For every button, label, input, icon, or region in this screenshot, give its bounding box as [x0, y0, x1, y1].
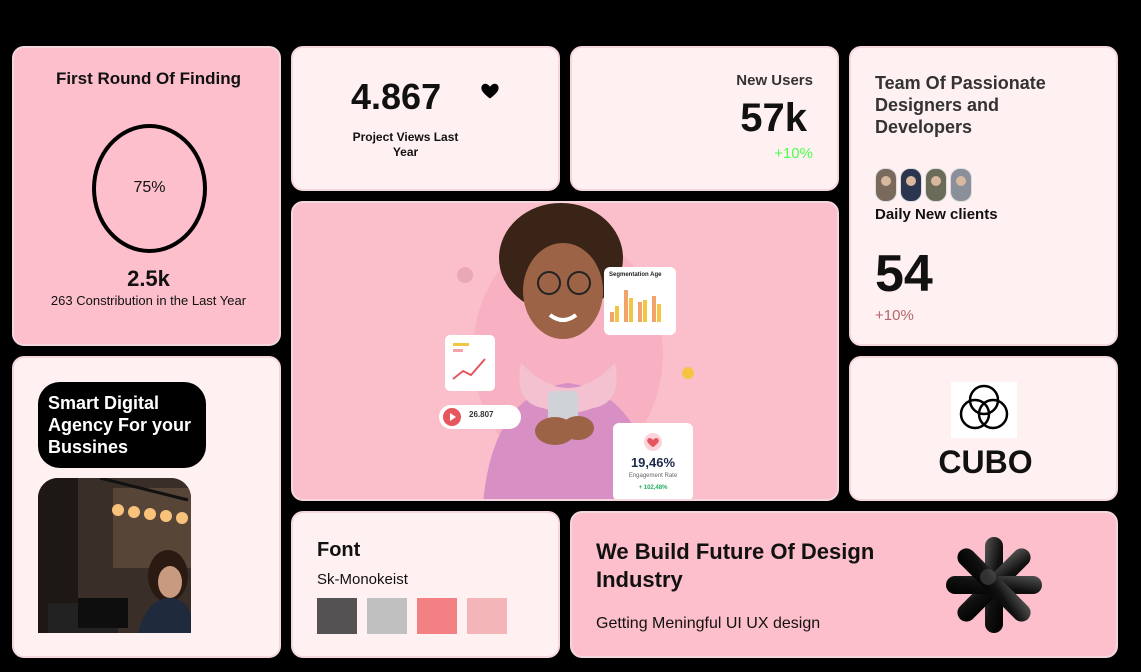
engagement-growth: + 102,48% — [638, 485, 668, 491]
play-icon[interactable] — [443, 408, 461, 426]
team-card: Team Of Passionate Designers and Develop… — [849, 46, 1118, 346]
clients-number: 54 — [875, 245, 933, 303]
build-card: We Build Future Of Design Industry Getti… — [570, 511, 1118, 658]
users-number: 57k — [740, 96, 807, 140]
font-card: Font Sk-Monokeist — [291, 511, 560, 658]
contribution-count: 2.5k — [127, 266, 170, 291]
age-bar-chart — [610, 290, 661, 322]
player-value: 26.807 — [469, 410, 494, 419]
trend-line-chart — [452, 343, 486, 380]
asterisk-3d-icon — [946, 537, 1042, 633]
avatar[interactable] — [950, 168, 972, 202]
users-card: New Users 57k +10% — [570, 46, 839, 191]
users-title: New Users — [736, 72, 813, 89]
player-widget[interactable]: 26.807 — [439, 405, 521, 429]
workspace-photo — [38, 478, 191, 633]
hero-illustration — [457, 203, 694, 499]
finding-card: First Round Of Finding 75% 2.5k 263 Cons… — [12, 46, 281, 346]
cubo-logo-icon — [951, 382, 1017, 438]
heart-icon[interactable] — [480, 81, 500, 101]
agency-card: Smart Digital Agency For your Bussines — [12, 356, 281, 658]
avatar[interactable] — [875, 168, 897, 202]
build-subtitle: Getting Meningful UI UX design — [596, 615, 821, 632]
views-label: Project Views Last Year — [352, 130, 459, 159]
avatar-group — [875, 168, 975, 207]
progress-percent: 75% — [133, 179, 166, 196]
engagement-label: Engagement Rate — [628, 473, 678, 479]
color-swatch[interactable] — [467, 598, 507, 634]
font-name: Sk-Monokeist — [317, 571, 408, 588]
heart-badge-icon — [644, 433, 662, 451]
views-number: 4.867 — [351, 76, 442, 117]
views-card: 4.867 Project Views Last Year — [291, 46, 560, 191]
color-swatch[interactable] — [317, 598, 357, 634]
agency-title: Smart Digital Agency For your Bussines — [38, 382, 206, 468]
daily-clients-label: Daily New clients — [875, 206, 998, 223]
color-swatch[interactable] — [417, 598, 457, 634]
clients-growth: +10% — [875, 307, 914, 324]
contribution-caption: 263 Constribution in the Last Year — [50, 293, 247, 308]
finding-title: First Round Of Finding — [55, 69, 242, 88]
brand-card: CUBO — [849, 356, 1118, 501]
engagement-value: 19,46% — [630, 455, 676, 470]
brand-name: CUBO — [938, 444, 1033, 480]
color-swatch[interactable] — [367, 598, 407, 634]
avatar[interactable] — [925, 168, 947, 202]
trend-widget — [445, 335, 495, 391]
avatar[interactable] — [900, 168, 922, 202]
users-growth: +10% — [774, 145, 813, 162]
font-title: Font — [317, 539, 361, 561]
hero-card: Segmentation Age 26.807 19,46% Engagemen… — [291, 201, 839, 501]
team-title: Team Of Passionate Designers and Develop… — [875, 73, 1046, 137]
engagement-widget: 19,46% Engagement Rate + 102,48% — [613, 423, 693, 499]
build-title: We Build Future Of Design Industry — [596, 539, 875, 592]
age-chart-widget: Segmentation Age — [604, 267, 676, 335]
